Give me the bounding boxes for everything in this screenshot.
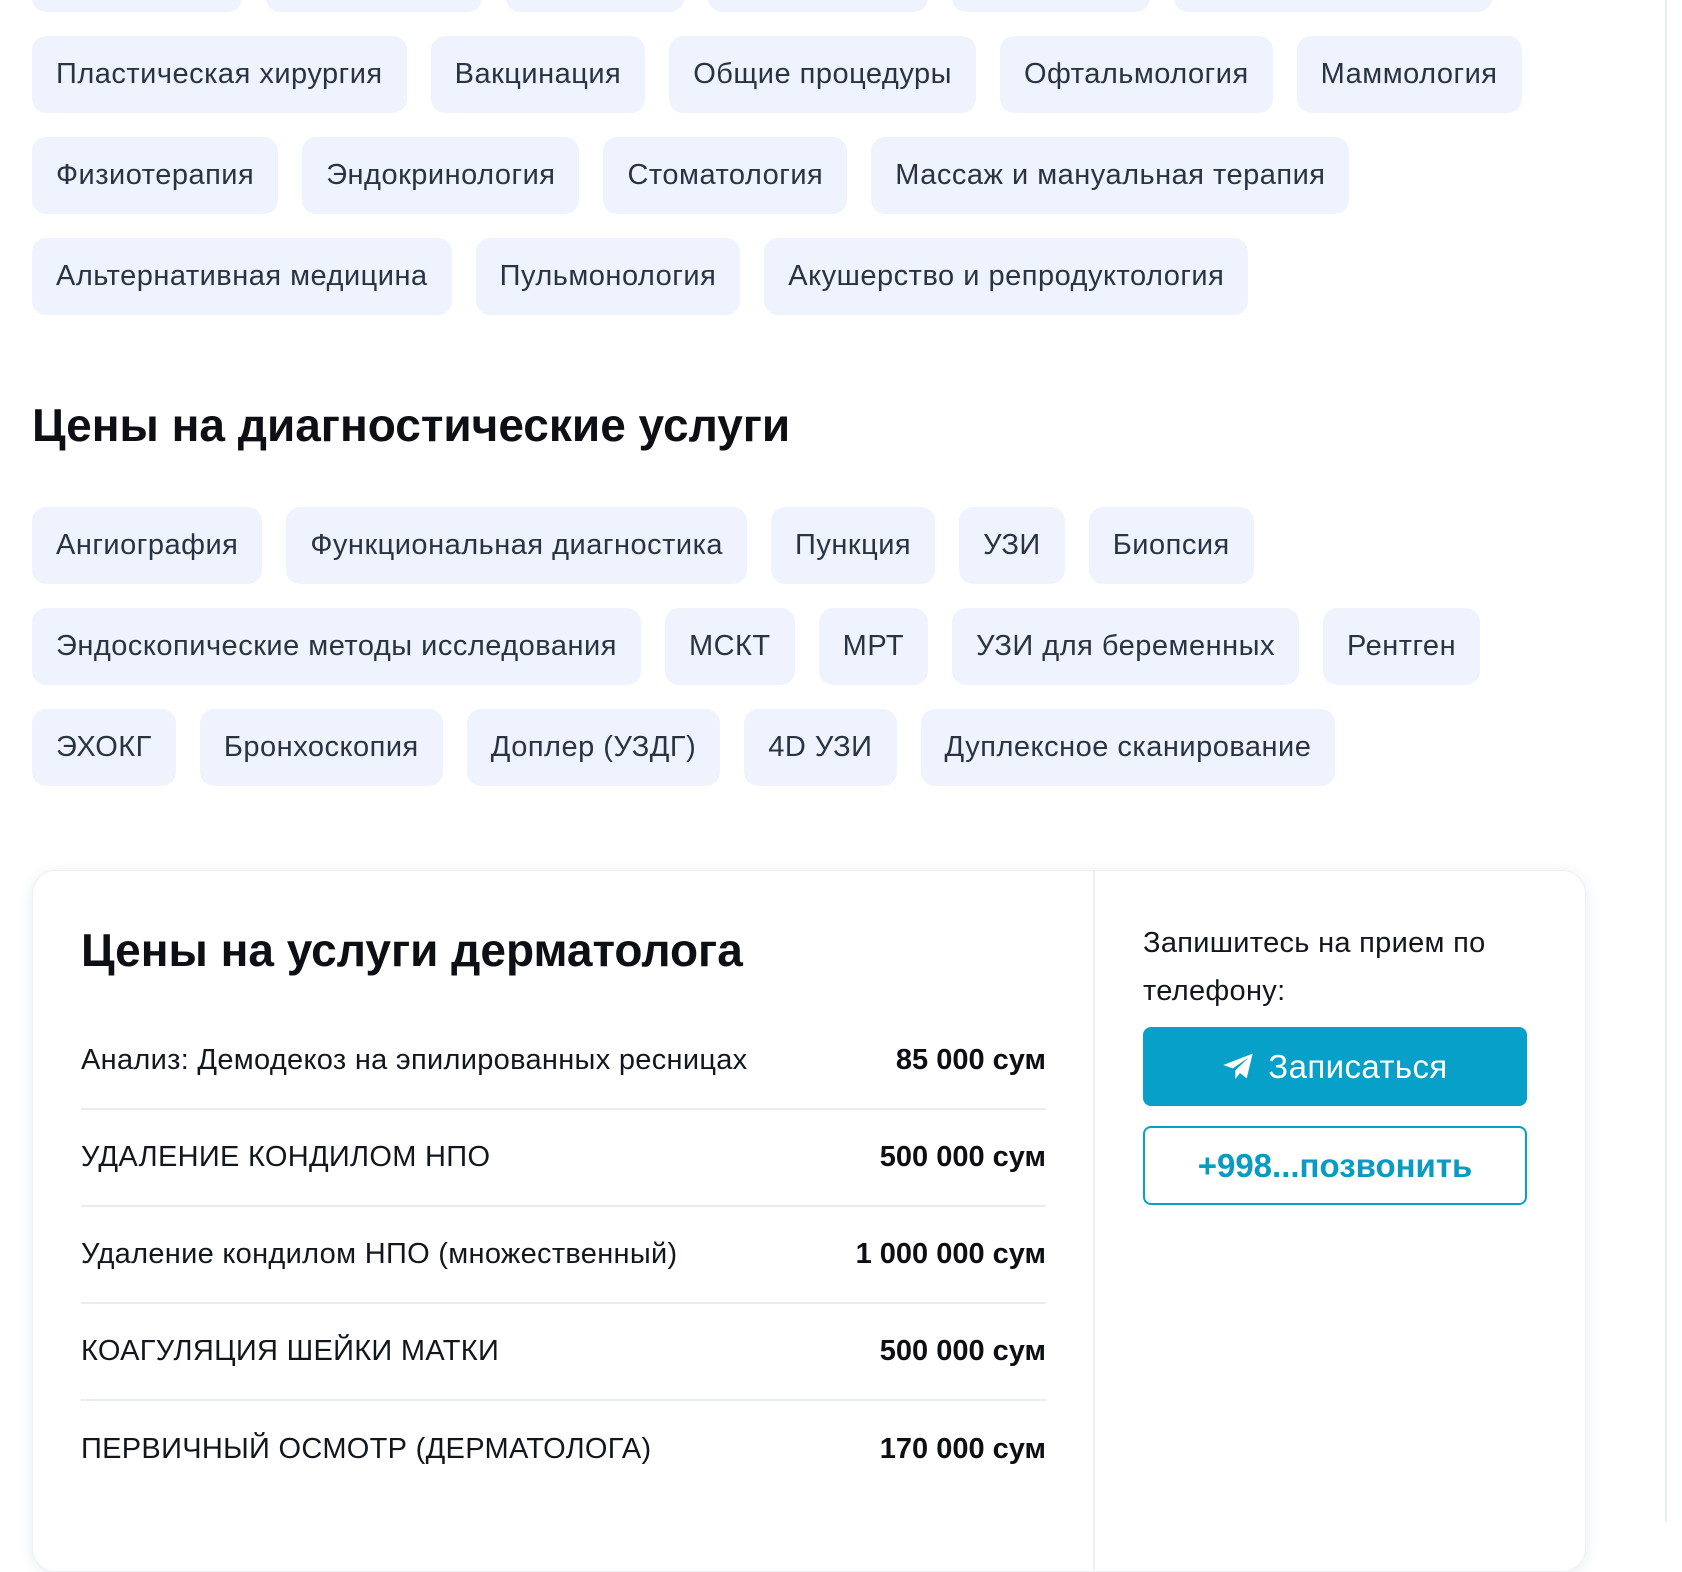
specialty-chip[interactable]: Пластическая хирургия [32,36,407,113]
service-price: 170 000 сум [879,1433,1046,1465]
specialty-chip-row: Физиотерапия Эндокринология Стоматология… [32,137,1350,214]
service-name: ПЕРВИЧНЫЙ ОСМОТР (ДЕРМАТОЛОГА) [81,1433,652,1465]
specialty-chip[interactable]: Пульмонология [475,238,741,315]
price-row: Удаление кондилом НПО (множественный) 1 … [81,1207,1046,1304]
price-row: ПЕРВИЧНЫЙ ОСМОТР (ДЕРМАТОЛОГА) 170 000 с… [81,1401,1046,1498]
card-divider [1093,871,1095,1571]
diagnostic-chip[interactable]: Бронхоскопия [199,709,443,786]
service-price: 85 000 сум [895,1044,1046,1076]
diagnostic-chip[interactable]: Пункция [771,507,936,584]
diagnostic-chip[interactable]: УЗИ [959,507,1065,584]
booking-panel: Запишитесь на прием по телефону: Записат… [1143,919,1533,1205]
page-edge-divider [1665,0,1667,1522]
price-row: КОАГУЛЯЦИЯ ШЕЙКИ МАТКИ 500 000 сум [81,1304,1046,1401]
diagnostic-chip[interactable]: Ангиография [32,507,263,584]
specialty-chip[interactable]: Акушерство и репродуктология [764,238,1249,315]
diagnostic-chip[interactable]: Рентген [1323,608,1481,685]
diagnostic-chip[interactable]: Дуплексное сканирование [920,709,1336,786]
diagnostic-chip[interactable]: УЗИ для беременных [952,608,1299,685]
diagnostics-section-title: Цены на диагностические услуги [32,399,791,451]
specialty-chip[interactable]: Массаж и мануальная терапия [871,137,1350,214]
service-name: УДАЛЕНИЕ КОНДИЛОМ НПО [81,1141,491,1173]
dermatologist-price-card: Цены на услуги дерматолога Анализ: Демод… [32,870,1586,1572]
diagnostic-chip-row: Эндоскопические методы исследования МСКТ… [32,608,1481,685]
service-price: 500 000 сум [879,1141,1046,1173]
diagnostic-chip-row: ЭХОКГ Бронхоскопия Доплер (УЗДГ) 4D УЗИ … [32,709,1336,786]
call-button-label: +998...позвонить [1197,1146,1473,1184]
specialty-chip[interactable]: Офтальмология [999,36,1273,113]
diagnostic-chip[interactable]: 4D УЗИ [744,709,897,786]
service-price: 1 000 000 сум [855,1238,1046,1270]
category-chip-partial[interactable] [266,0,482,12]
category-chip-partial[interactable] [32,0,242,12]
specialty-chip-row: Пластическая хирургия Вакцинация Общие п… [32,36,1522,113]
service-name: Анализ: Демодекоз на эпилированных ресни… [81,1044,748,1076]
diagnostic-chip[interactable]: Доплер (УЗДГ) [466,709,721,786]
price-list: Анализ: Демодекоз на эпилированных ресни… [81,1013,1046,1498]
diagnostic-chip-row: Ангиография Функциональная диагностика П… [32,507,1254,584]
diagnostic-chip[interactable]: МСКТ [664,608,795,685]
telegram-plane-icon [1222,1052,1254,1082]
diagnostic-chip[interactable]: ЭХОКГ [32,709,176,786]
diagnostic-chip[interactable]: Функциональная диагностика [286,507,748,584]
specialty-chip[interactable]: Общие процедуры [669,36,976,113]
category-chip-partial[interactable] [708,0,928,12]
price-row: УДАЛЕНИЕ КОНДИЛОМ НПО 500 000 сум [81,1110,1046,1207]
diagnostic-chip[interactable]: Эндоскопические методы исследования [32,608,641,685]
specialty-chip[interactable]: Физиотерапия [32,137,279,214]
price-row: Анализ: Демодекоз на эпилированных ресни… [81,1013,1046,1110]
diagnostic-chip[interactable]: МРТ [818,608,929,685]
booking-prompt: Запишитесь на прием по телефону: [1143,927,1486,1007]
specialty-chip[interactable]: Стоматология [603,137,848,214]
price-card-title: Цены на услуги дерматолога [81,924,743,976]
diagnostic-chip[interactable]: Биопсия [1088,507,1254,584]
specialty-chip[interactable]: Вакцинация [430,36,646,113]
category-chip-partial[interactable] [506,0,684,12]
service-name: КОАГУЛЯЦИЯ ШЕЙКИ МАТКИ [81,1335,500,1367]
book-button-label: Записаться [1268,1047,1448,1085]
category-chip-partial[interactable] [952,0,1150,12]
category-chip-partial[interactable] [1174,0,1492,12]
service-price: 500 000 сум [879,1335,1046,1367]
specialty-chip[interactable]: Альтернативная медицина [32,238,452,315]
call-phone-button[interactable]: +998...позвонить [1143,1126,1527,1205]
specialty-chip-row: Альтернативная медицина Пульмонология Ак… [32,238,1249,315]
specialty-chip[interactable]: Эндокринология [302,137,580,214]
specialty-chip[interactable]: Маммология [1296,36,1522,113]
book-appointment-button[interactable]: Записаться [1143,1027,1527,1106]
service-name: Удаление кондилом НПО (множественный) [81,1238,678,1270]
